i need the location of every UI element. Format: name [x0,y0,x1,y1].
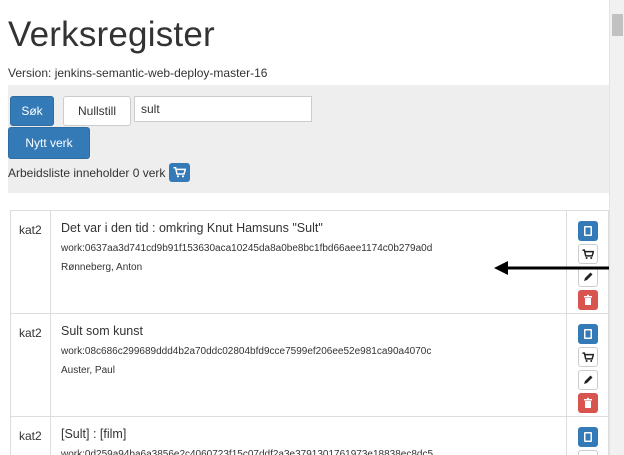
worklist-cart-button[interactable] [169,163,191,182]
delete-button[interactable] [577,393,598,413]
scrollbar-thumb[interactable] [612,14,623,36]
category-cell: kat2 [10,313,51,417]
delete-button[interactable] [577,290,598,310]
version-text: Version: jenkins-semantic-web-deploy-mas… [8,66,268,80]
work-author: Rønneberg, Anton [61,262,143,273]
search-input[interactable] [134,96,312,122]
work-id: work:08c686c299689ddd4b2a70ddc02804bfd9c… [61,346,432,357]
reset-button[interactable]: Nullstill [63,96,131,126]
copy-icon [583,226,592,236]
worklist-text: Arbeidsliste inneholder 0 verk [8,165,166,180]
copy-button[interactable] [577,221,598,241]
category-cell: kat2 [10,210,51,314]
trash-icon [583,294,592,305]
actions-cell [566,416,609,455]
annotation-arrow-icon [494,261,609,275]
work-info-cell: Det var i den tid : omkring Knut Hamsuns… [50,210,567,314]
table-row: kat2 Sult som kunst work:08c686c299689dd… [10,313,609,417]
copy-button[interactable] [577,324,598,344]
work-title[interactable]: Sult som kunst [61,324,558,338]
copy-button[interactable] [577,427,598,447]
trash-icon [583,397,592,408]
work-id: work:0637aa3d741cd9b91f153630aca10245da8… [61,243,433,254]
cart-icon [581,351,594,362]
work-info-cell: Sult som kunst work:08c686c299689ddd4b2a… [50,313,567,417]
vertical-scrollbar[interactable] [609,0,624,455]
cart-icon [173,167,187,178]
add-to-cart-button[interactable] [577,347,598,367]
page: Verksregister Version: jenkins-semantic-… [0,0,609,455]
pencil-icon [583,375,592,384]
work-id: work:0d259a94ba6a3856e2c4060723f15c07ddf… [61,449,434,455]
worklist-status: Arbeidsliste inneholder 0 verk [8,163,191,182]
work-info-cell: [Sult] : [film] work:0d259a94ba6a3856e2c… [50,416,567,455]
work-title[interactable]: Det var i den tid : omkring Knut Hamsuns… [61,221,558,235]
work-title[interactable]: [Sult] : [film] [61,427,558,441]
table-row: kat2 [Sult] : [film] work:0d259a94ba6a38… [10,416,609,455]
add-to-cart-button[interactable] [577,450,598,455]
copy-icon [583,432,592,442]
actions-cell [566,313,609,417]
work-author: Auster, Paul [61,365,115,376]
category-cell: kat2 [10,416,51,455]
edit-button[interactable] [577,370,598,390]
page-title: Verksregister [8,15,215,54]
results-table: kat2 Det var i den tid : omkring Knut Ha… [10,210,609,455]
search-button[interactable]: Søk [10,96,54,126]
copy-icon [583,329,592,339]
new-work-button[interactable]: Nytt verk [8,127,90,159]
